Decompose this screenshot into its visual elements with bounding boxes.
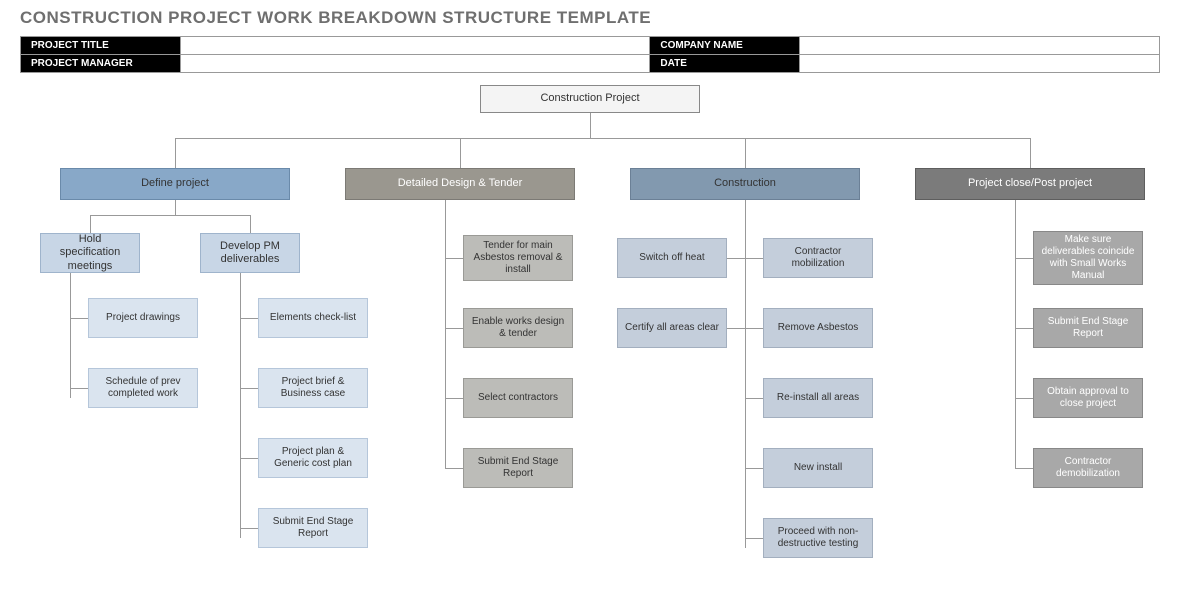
construction-leaf: Certify all areas clear	[617, 308, 727, 348]
wbs-diagram: Construction Project Define project Deta…	[0, 73, 1179, 593]
design-leaf: Enable works design & tender	[463, 308, 573, 348]
design-leaf: Select contractors	[463, 378, 573, 418]
phase-design: Detailed Design & Tender	[345, 168, 575, 200]
project-title-value[interactable]	[180, 37, 650, 55]
design-leaf: Submit End Stage Report	[463, 448, 573, 488]
project-title-label: PROJECT TITLE	[21, 37, 181, 55]
close-leaf: Submit End Stage Report	[1033, 308, 1143, 348]
date-value[interactable]	[800, 55, 1160, 73]
date-label: DATE	[650, 55, 800, 73]
define-sub-deliverables: Develop PM deliverables	[200, 233, 300, 273]
company-name-value[interactable]	[800, 37, 1160, 55]
header-table: PROJECT TITLE COMPANY NAME PROJECT MANAG…	[20, 36, 1160, 73]
define-leaf: Submit End Stage Report	[258, 508, 368, 548]
page-title: CONSTRUCTION PROJECT WORK BREAKDOWN STRU…	[0, 0, 1179, 36]
design-leaf: Tender for main Asbestos removal & insta…	[463, 235, 573, 281]
close-leaf: Contractor demobilization	[1033, 448, 1143, 488]
close-leaf: Make sure deliverables coincide with Sma…	[1033, 231, 1143, 285]
construction-leaf: New install	[763, 448, 873, 488]
close-leaf: Obtain approval to close project	[1033, 378, 1143, 418]
project-manager-label: PROJECT MANAGER	[21, 55, 181, 73]
construction-leaf: Remove Asbestos	[763, 308, 873, 348]
construction-leaf: Proceed with non-destructive testing	[763, 518, 873, 558]
company-name-label: COMPANY NAME	[650, 37, 800, 55]
define-leaf: Project brief & Business case	[258, 368, 368, 408]
construction-leaf: Re-install all areas	[763, 378, 873, 418]
root-node: Construction Project	[480, 85, 700, 113]
define-leaf: Elements check-list	[258, 298, 368, 338]
phase-close: Project close/Post project	[915, 168, 1145, 200]
define-sub-meetings: Hold specification meetings	[40, 233, 140, 273]
construction-leaf: Switch off heat	[617, 238, 727, 278]
construction-leaf: Contractor mobilization	[763, 238, 873, 278]
define-leaf: Project plan & Generic cost plan	[258, 438, 368, 478]
project-manager-value[interactable]	[180, 55, 650, 73]
phase-construction: Construction	[630, 168, 860, 200]
phase-define: Define project	[60, 168, 290, 200]
define-leaf: Schedule of prev completed work	[88, 368, 198, 408]
define-leaf: Project drawings	[88, 298, 198, 338]
